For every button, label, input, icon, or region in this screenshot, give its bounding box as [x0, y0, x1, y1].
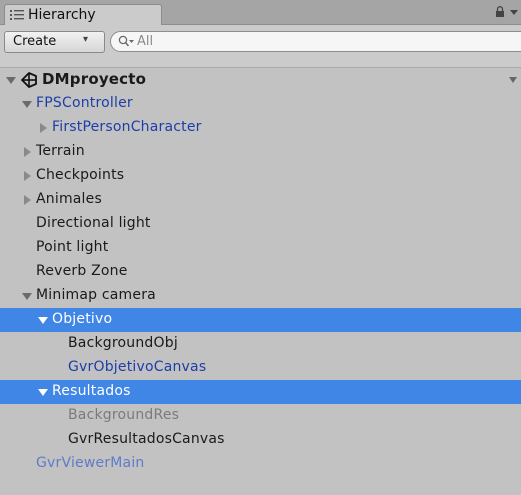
- tree-row-label: GvrResultadosCanvas: [68, 431, 225, 447]
- collapse-arrow-icon[interactable]: [22, 195, 32, 205]
- tree-row-label: BackgroundObj: [68, 335, 178, 351]
- tree-row[interactable]: GvrResultadosCanvas: [0, 428, 521, 452]
- tree-row-label: GvrViewerMain: [36, 455, 145, 471]
- tree-row[interactable]: Animales: [0, 188, 521, 212]
- scene-menu-icon[interactable]: [509, 77, 517, 83]
- expand-arrow-icon[interactable]: [38, 387, 48, 397]
- tree-row[interactable]: BackgroundRes: [0, 404, 521, 428]
- tree-row[interactable]: GvrObjetivoCanvas: [0, 356, 521, 380]
- tree-row[interactable]: Checkpoints: [0, 164, 521, 188]
- tree-row-label: Terrain: [36, 143, 85, 159]
- search-field[interactable]: [110, 31, 521, 52]
- tree-row-selected[interactable]: Objetivo: [0, 308, 521, 332]
- tree-row[interactable]: FPSController: [0, 92, 521, 116]
- tree-row-label: Directional light: [36, 215, 151, 231]
- expand-arrow-icon[interactable]: [22, 291, 32, 301]
- tree-row-label: Checkpoints: [36, 167, 125, 183]
- tree-row-label: Minimap camera: [36, 287, 156, 303]
- tree-row-selected[interactable]: Resultados: [0, 380, 521, 404]
- panel-menu-icon[interactable]: [510, 10, 518, 15]
- tree-row[interactable]: Minimap camera: [0, 284, 521, 308]
- create-button-label: Create: [13, 34, 57, 49]
- tab-hierarchy-label: Hierarchy: [28, 7, 96, 23]
- collapse-arrow-icon[interactable]: [22, 147, 32, 157]
- hierarchy-list-icon: [10, 10, 24, 20]
- tree-row[interactable]: Terrain: [0, 140, 521, 164]
- hierarchy-toolbar: Create ▾: [0, 25, 521, 68]
- tree-row-label: Point light: [36, 239, 109, 255]
- tree-row[interactable]: BackgroundObj: [0, 332, 521, 356]
- create-button[interactable]: Create ▾: [4, 31, 105, 53]
- collapse-arrow-icon[interactable]: [38, 123, 48, 133]
- search-input[interactable]: [137, 33, 437, 50]
- tree-row-label: Objetivo: [52, 311, 113, 327]
- tree-row-label: GvrObjetivoCanvas: [68, 359, 207, 375]
- hierarchy-panel: Hierarchy Create ▾ All DMproyecto FPSCon…: [0, 0, 521, 495]
- tree-row[interactable]: FirstPersonCharacter: [0, 116, 521, 140]
- tab-strip: Hierarchy: [0, 0, 521, 25]
- lock-icon[interactable]: [495, 6, 505, 17]
- tree-row[interactable]: Reverb Zone: [0, 260, 521, 284]
- tree-row[interactable]: Directional light: [0, 212, 521, 236]
- expand-arrow-icon[interactable]: [38, 315, 48, 325]
- scene-label: DMproyecto: [42, 70, 147, 88]
- tree-row-label: BackgroundRes: [68, 407, 180, 423]
- tree-row-label: FirstPersonCharacter: [52, 119, 202, 135]
- tree-row[interactable]: Point light: [0, 236, 521, 260]
- expand-arrow-icon[interactable]: [22, 99, 32, 109]
- unity-scene-icon: [21, 72, 37, 88]
- expand-arrow-icon[interactable]: [6, 75, 16, 85]
- tree-row-label: Reverb Zone: [36, 263, 128, 279]
- tab-hierarchy[interactable]: Hierarchy: [4, 4, 162, 25]
- tree-row-label: Resultados: [52, 383, 131, 399]
- tree-row-label: Animales: [36, 191, 102, 207]
- chevron-down-icon: ▾: [83, 34, 89, 45]
- tree-row-label: FPSController: [36, 95, 133, 111]
- search-icon[interactable]: [118, 35, 134, 48]
- scene-row[interactable]: DMproyecto: [0, 68, 521, 92]
- collapse-arrow-icon[interactable]: [22, 171, 32, 181]
- tree-row[interactable]: GvrViewerMain: [0, 452, 521, 476]
